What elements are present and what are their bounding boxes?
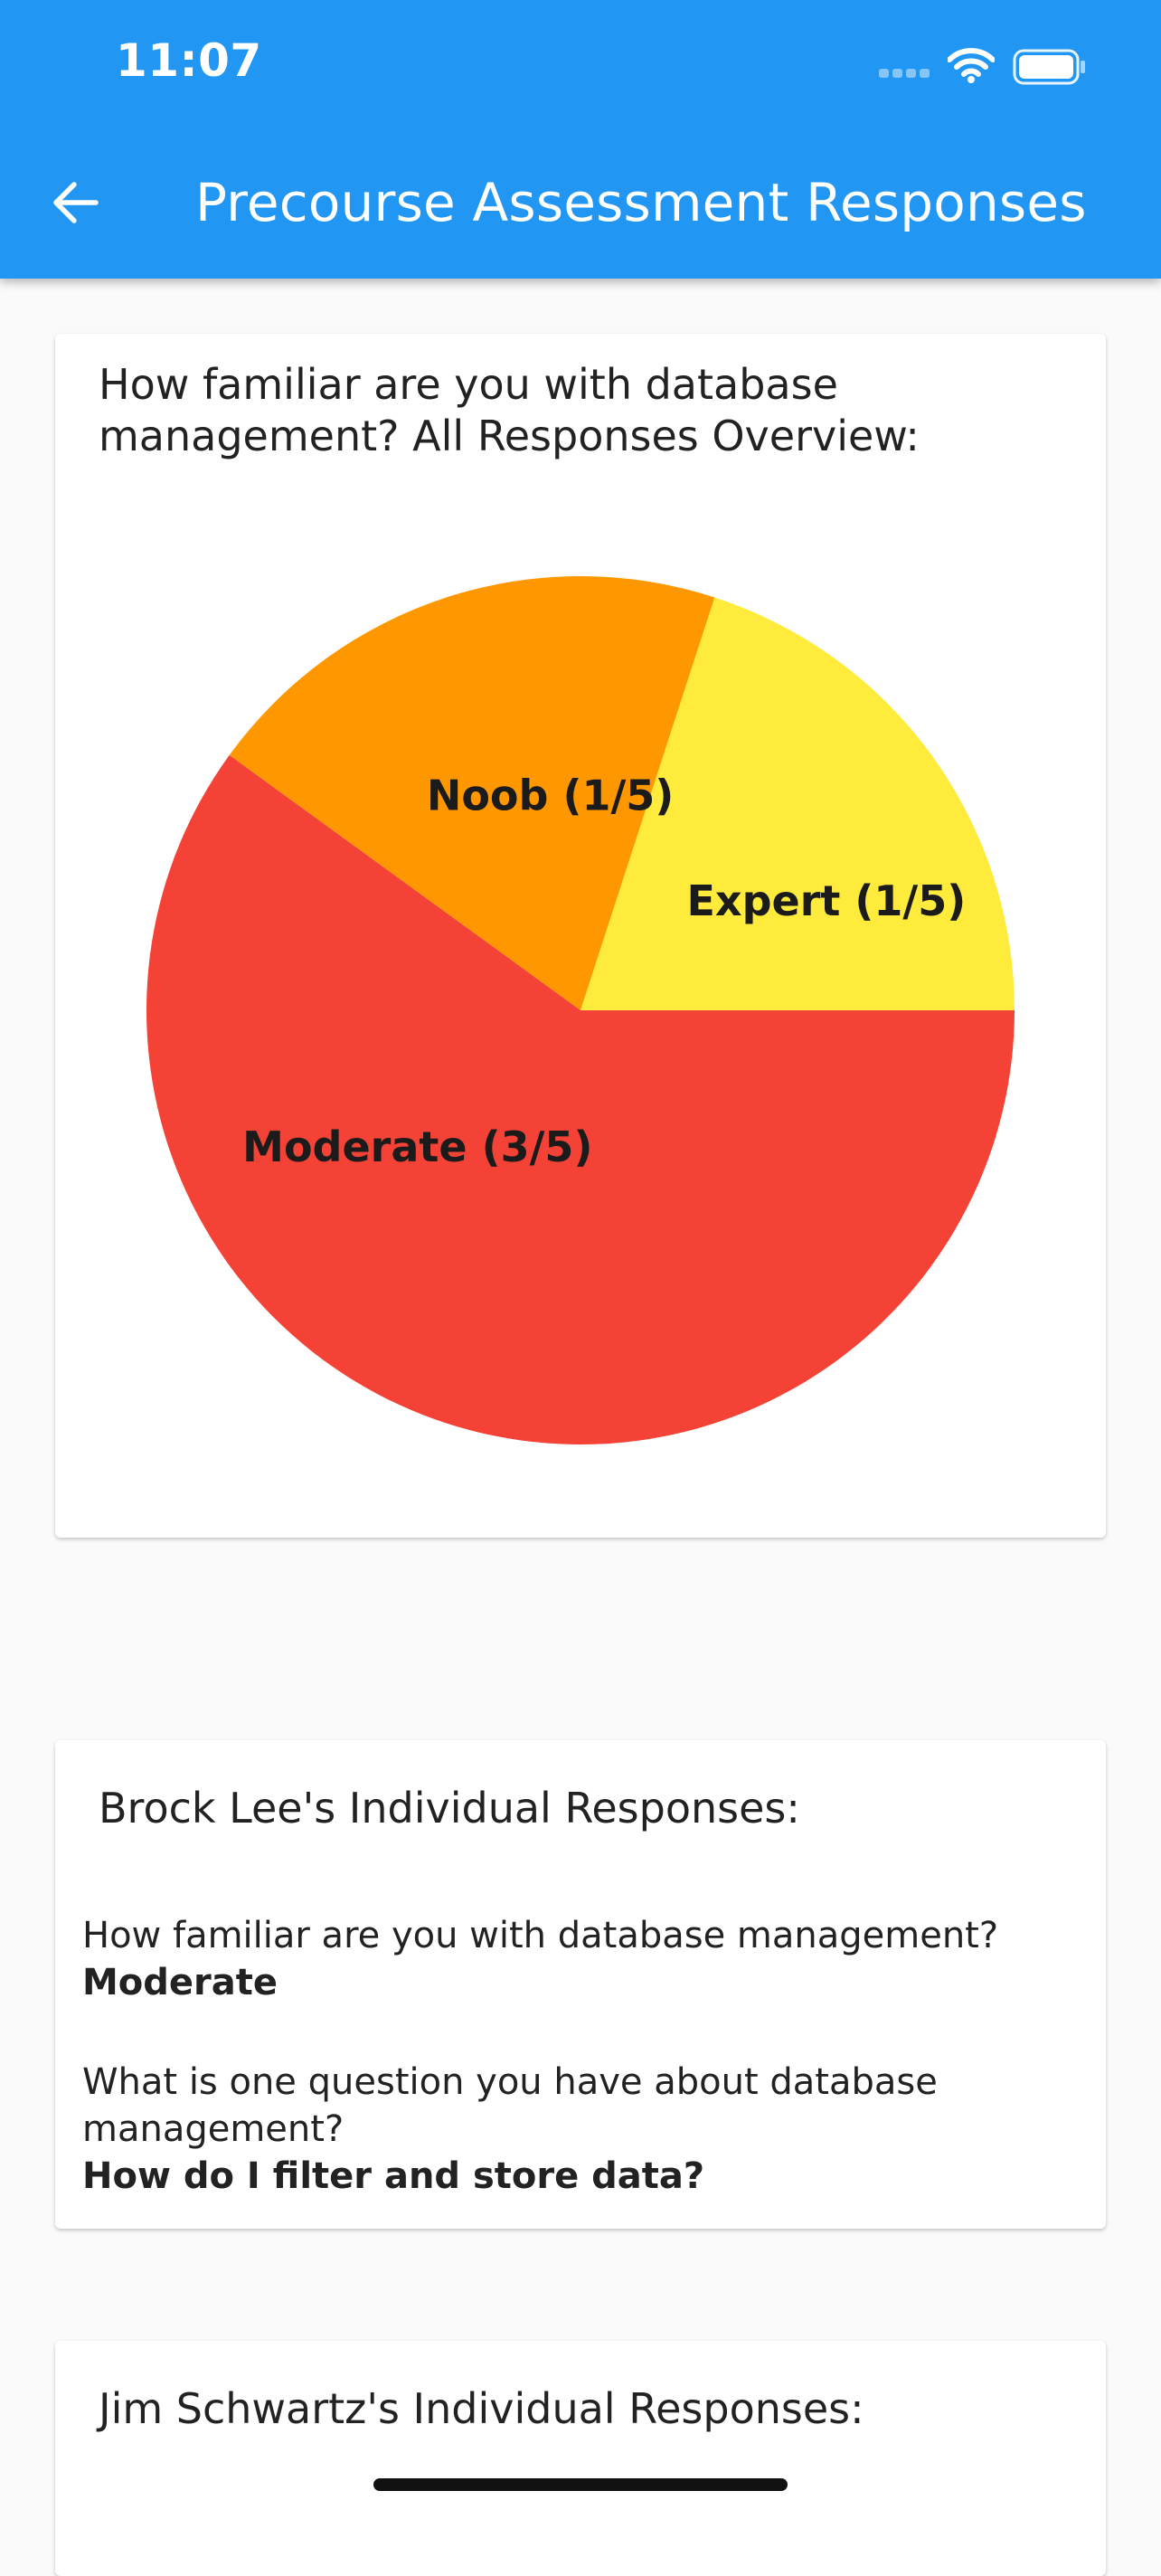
page-title: Precourse Assessment Responses <box>195 172 1087 233</box>
response-answer: How do I filter and store data? <box>82 2155 705 2197</box>
pie-label-noob: Noob (1/5) <box>427 771 675 819</box>
pie-label-expert: Expert (1/5) <box>686 876 966 925</box>
response-answer: Moderate <box>82 1962 278 2003</box>
response-question: How familiar are you with database manag… <box>82 1915 999 1956</box>
response-card: Brock Lee's Individual Responses: How fa… <box>55 1740 1106 2229</box>
response-item: How familiar are you with database manag… <box>82 1912 1077 2006</box>
battery-icon <box>1013 49 1085 85</box>
pie-label-moderate: Moderate (3/5) <box>242 1122 592 1171</box>
overview-card: How familiar are you with database manag… <box>55 334 1106 1538</box>
response-item: What is one question you have about data… <box>82 2059 1077 2200</box>
response-heading: Jim Schwartz's Individual Responses: <box>99 2384 864 2433</box>
response-question: What is one question you have about data… <box>82 2061 938 2150</box>
response-heading: Brock Lee's Individual Responses: <box>99 1784 800 1833</box>
responses-pie-chart: Expert (1/5) Noob (1/5) Moderate (3/5) <box>146 576 1015 1444</box>
response-card: Jim Schwartz's Individual Responses: <box>55 2341 1106 2576</box>
app-bar: 11:07 Precourse Assessment Responses <box>0 0 1161 279</box>
wifi-icon <box>948 48 995 83</box>
back-arrow-icon[interactable] <box>51 177 101 228</box>
status-time: 11:07 <box>116 34 262 87</box>
home-indicator[interactable] <box>373 2478 788 2491</box>
cellular-signal-icon <box>879 69 931 81</box>
